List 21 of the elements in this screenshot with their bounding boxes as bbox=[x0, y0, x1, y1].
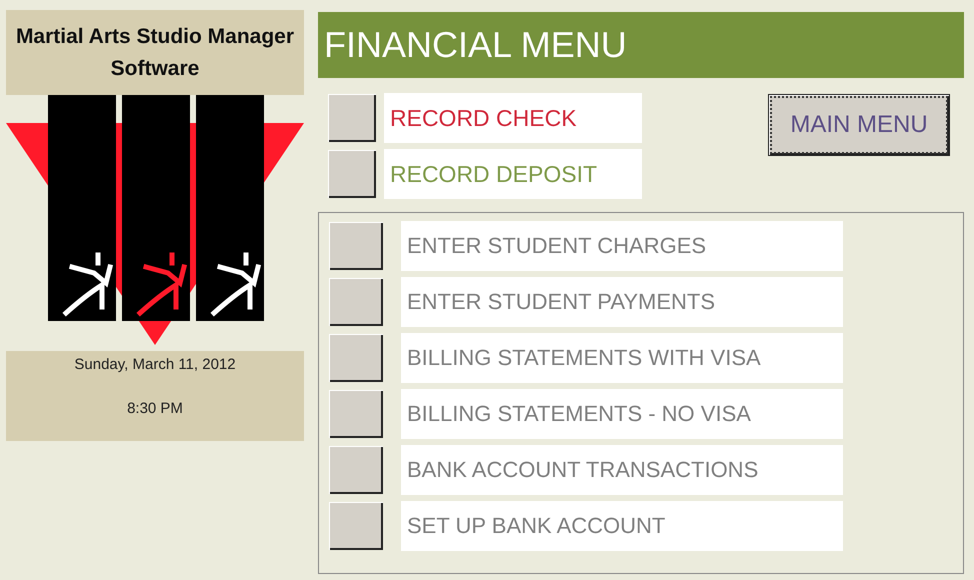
menu-button[interactable] bbox=[329, 334, 383, 382]
menu-button[interactable] bbox=[329, 390, 383, 438]
menu-label: BILLING STATEMENTS WITH VISA bbox=[401, 333, 843, 383]
menu-label: ENTER STUDENT CHARGES bbox=[401, 221, 843, 271]
menu-button[interactable] bbox=[329, 278, 383, 326]
menu-label: BANK ACCOUNT TRANSACTIONS bbox=[401, 445, 843, 495]
time-text: 8:30 PM bbox=[127, 400, 183, 417]
menu-header: FINANCIAL MENU bbox=[318, 12, 964, 78]
menu-button[interactable] bbox=[329, 446, 383, 494]
date-text: Sunday, March 11, 2012 bbox=[74, 356, 236, 373]
menu-button[interactable] bbox=[329, 222, 383, 270]
menu-label: ENTER STUDENT PAYMENTS bbox=[401, 277, 843, 327]
app-title: Martial Arts Studio Manager Software bbox=[6, 10, 304, 95]
menu-label: SET UP BANK ACCOUNT bbox=[401, 501, 843, 551]
menu-button[interactable] bbox=[329, 502, 383, 550]
menu-button[interactable] bbox=[328, 150, 376, 198]
menu-button[interactable] bbox=[328, 94, 376, 142]
menu-label: RECORD DEPOSIT bbox=[384, 149, 642, 199]
menu-label: BILLING STATEMENTS - NO VISA bbox=[401, 389, 843, 439]
main-menu-button[interactable]: MAIN MENU bbox=[768, 94, 950, 156]
menu-label: RECORD CHECK bbox=[384, 93, 642, 143]
